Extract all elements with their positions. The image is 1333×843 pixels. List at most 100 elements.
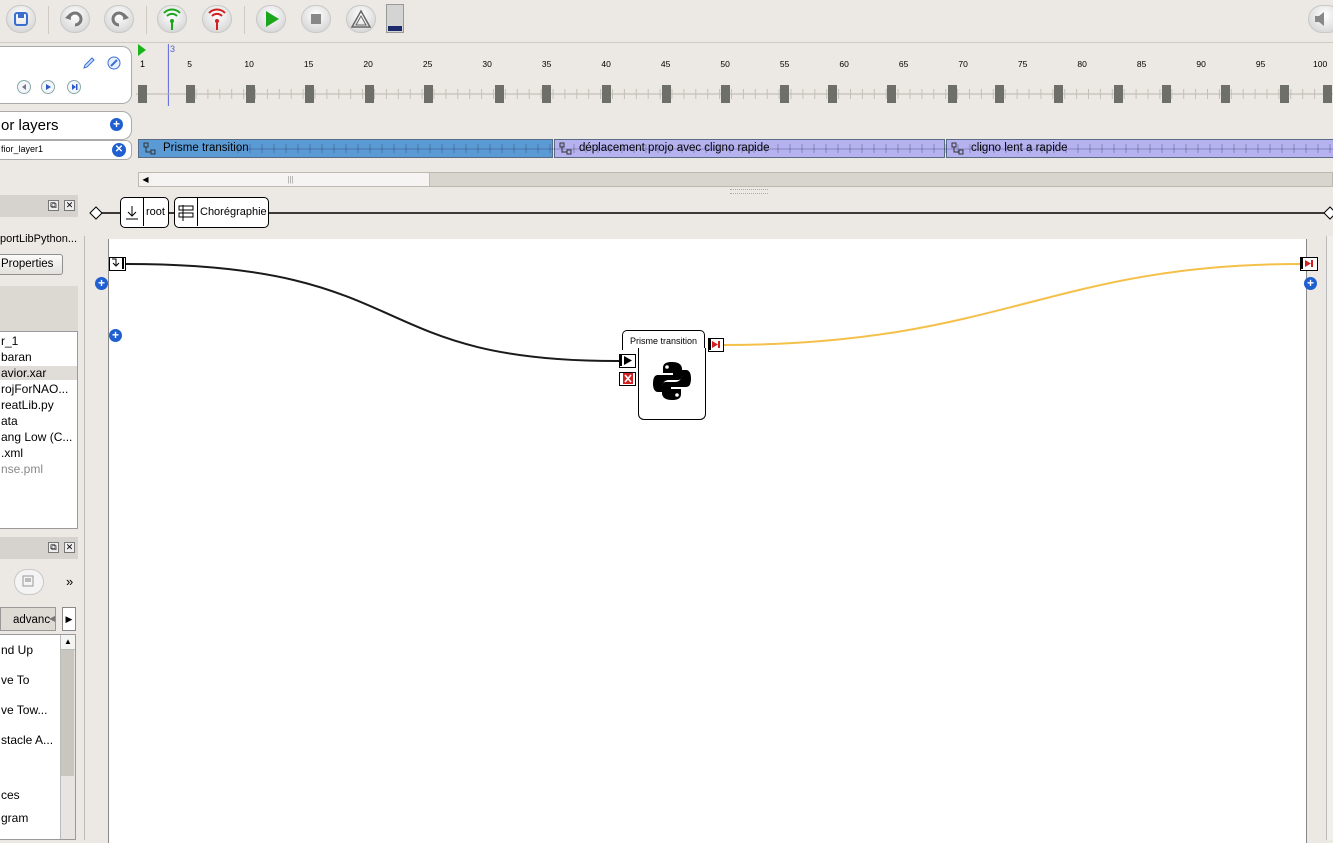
layer-segment-deplacement[interactable]: déplacement projo avec cligno rapide — [554, 139, 945, 158]
scroll-up-arrow[interactable]: ▲ — [61, 635, 75, 650]
box-library-list: nd Up ve To ve Tow... stacle A... ces gram ▲ — [0, 634, 76, 840]
flow-diagram-icon — [951, 142, 964, 155]
timeline-ruler[interactable]: 5 10 15 20 25 30 35 40 45 50 55 60 65 70 75 80 85 90 95 100… — [136, 44, 1333, 106]
add-input-button[interactable]: + — [109, 329, 122, 342]
file-list-item[interactable]: nse.pml — [0, 462, 77, 476]
toolbar — [0, 0, 1333, 43]
breadcrumb-root[interactable]: root — [120, 197, 169, 228]
keyframe-marker — [995, 85, 1004, 103]
library-scrollbar[interactable]: ▲ — [60, 635, 75, 839]
library-list-item[interactable]: ces — [0, 788, 20, 802]
timeline-play-button[interactable] — [41, 80, 55, 94]
volume-button[interactable] — [1308, 5, 1333, 33]
settings-button[interactable] — [106, 55, 121, 70]
box-onstop-input[interactable] — [619, 372, 636, 386]
save-button[interactable] — [6, 5, 36, 33]
breadcrumb-choregraphie[interactable]: Chorégraphie — [174, 197, 269, 228]
more-chevron-icon[interactable]: » — [66, 574, 73, 589]
disconnect-button[interactable] — [202, 5, 232, 33]
timeline-controls-panel — [0, 46, 132, 104]
keyframe-marker — [948, 85, 957, 103]
file-list-item[interactable]: avior.xar — [0, 366, 77, 380]
undock-button[interactable]: ⧉ — [48, 542, 59, 553]
ruler-tick-label: 40 — [601, 59, 611, 69]
keyframe-marker — [138, 85, 147, 103]
add-output-button[interactable]: + — [1304, 277, 1317, 290]
box-body[interactable] — [638, 348, 706, 420]
disconnect-icon — [208, 8, 226, 30]
flow-diagram-icon — [143, 142, 156, 155]
edit-button[interactable] — [81, 55, 95, 69]
add-layer-button[interactable]: + — [110, 118, 123, 131]
file-list-item[interactable]: ata — [0, 414, 77, 428]
redo-button[interactable] — [104, 5, 134, 33]
end-output-port[interactable] — [1300, 257, 1318, 271]
file-list-item[interactable]: reatLib.py — [0, 398, 77, 412]
save-icon — [14, 12, 28, 26]
scrollbar-thumb[interactable]: ||| — [152, 173, 430, 186]
properties-button[interactable]: Properties — [0, 254, 63, 275]
play-button[interactable] — [256, 5, 286, 33]
undock-button[interactable]: ⧉ — [48, 200, 59, 211]
layer-segment-cligno[interactable]: cligno lent a rapide — [946, 139, 1333, 158]
add-input-button[interactable]: + — [95, 277, 108, 290]
debug-button[interactable] — [346, 5, 376, 33]
vertical-scrollbar-stub[interactable] — [1326, 236, 1333, 840]
stop-button[interactable] — [301, 5, 331, 33]
ruler-tick-label: 95 — [1256, 59, 1266, 69]
keyframe-marker — [246, 85, 255, 103]
library-list-item[interactable]: ve Tow... — [0, 703, 47, 717]
tab-advanced[interactable]: advanc — [0, 607, 56, 631]
pencil-icon — [83, 57, 95, 69]
tab-scroll-left[interactable]: ◀ — [49, 611, 59, 627]
start-input-port[interactable] — [109, 257, 126, 271]
breadcrumb-root-label: root — [146, 206, 165, 218]
file-list-item[interactable]: .xml — [0, 446, 77, 460]
ruler-tick-label: 50 — [720, 59, 730, 69]
file-list-item[interactable]: ang Low (C... — [0, 430, 77, 444]
diagram-canvas[interactable] — [108, 239, 1307, 843]
close-panel-button[interactable]: ✕ — [64, 542, 75, 553]
keyframe-marker — [662, 85, 671, 103]
box-title-tab[interactable]: Prisme transition — [622, 330, 705, 350]
layer-name-row[interactable]: fior_layer1 ✕ — [0, 140, 132, 160]
box-onstart-input[interactable] — [619, 354, 636, 368]
keyframe-marker — [1221, 85, 1230, 103]
library-list-item[interactable]: gram — [0, 811, 28, 825]
next-keyframe-button[interactable] — [67, 80, 81, 94]
behavior-box[interactable]: Prisme transition — [619, 330, 724, 420]
file-list-item[interactable]: r_1 — [0, 334, 77, 348]
file-list-item[interactable]: baran — [0, 350, 77, 364]
keyframe-marker — [602, 85, 611, 103]
library-list-item[interactable]: nd Up — [0, 643, 33, 657]
layer-segment-prisme-transition[interactable]: Prisme transition — [138, 139, 553, 158]
keyframe-marker — [495, 85, 504, 103]
library-list-item[interactable]: stacle A... — [0, 733, 53, 747]
splitter-handle[interactable] — [730, 189, 768, 194]
ruler-tick-label: 100 — [1313, 59, 1327, 69]
ruler-tick-label: 90 — [1196, 59, 1206, 69]
tab-scroll-right[interactable]: ▶ — [62, 607, 76, 631]
timeline-box-icon — [178, 205, 194, 221]
ruler-tick-label: 70 — [958, 59, 968, 69]
layer-segment-label: Prisme transition — [163, 142, 249, 154]
close-panel-button[interactable]: ✕ — [64, 200, 75, 211]
keyframe-marker — [721, 85, 730, 103]
file-list-item[interactable]: rojForNAO... — [0, 382, 77, 396]
library-filter-button[interactable] — [14, 569, 44, 595]
connect-button[interactable] — [157, 5, 187, 33]
timeline-scrollbar[interactable]: ◀ ||| — [138, 172, 1333, 187]
library-list-item[interactable]: ve To — [0, 673, 29, 687]
ruler-tick-label: 85 — [1137, 59, 1147, 69]
box-onstopped-output[interactable] — [708, 338, 724, 352]
prev-keyframe-button[interactable] — [17, 80, 31, 94]
layer-segment-label: déplacement projo avec cligno rapide — [579, 142, 770, 154]
scroll-left-arrow[interactable]: ◀ — [139, 173, 153, 186]
onstopped-icon — [709, 339, 720, 350]
ruler-tick-label: 80 — [1077, 59, 1087, 69]
keyframe-marker — [1114, 85, 1123, 103]
remove-layer-button[interactable]: ✕ — [112, 143, 126, 157]
scrollbar-thumb[interactable] — [61, 650, 74, 776]
start-frame-label: 1 — [140, 59, 146, 69]
undo-button[interactable] — [60, 5, 90, 33]
